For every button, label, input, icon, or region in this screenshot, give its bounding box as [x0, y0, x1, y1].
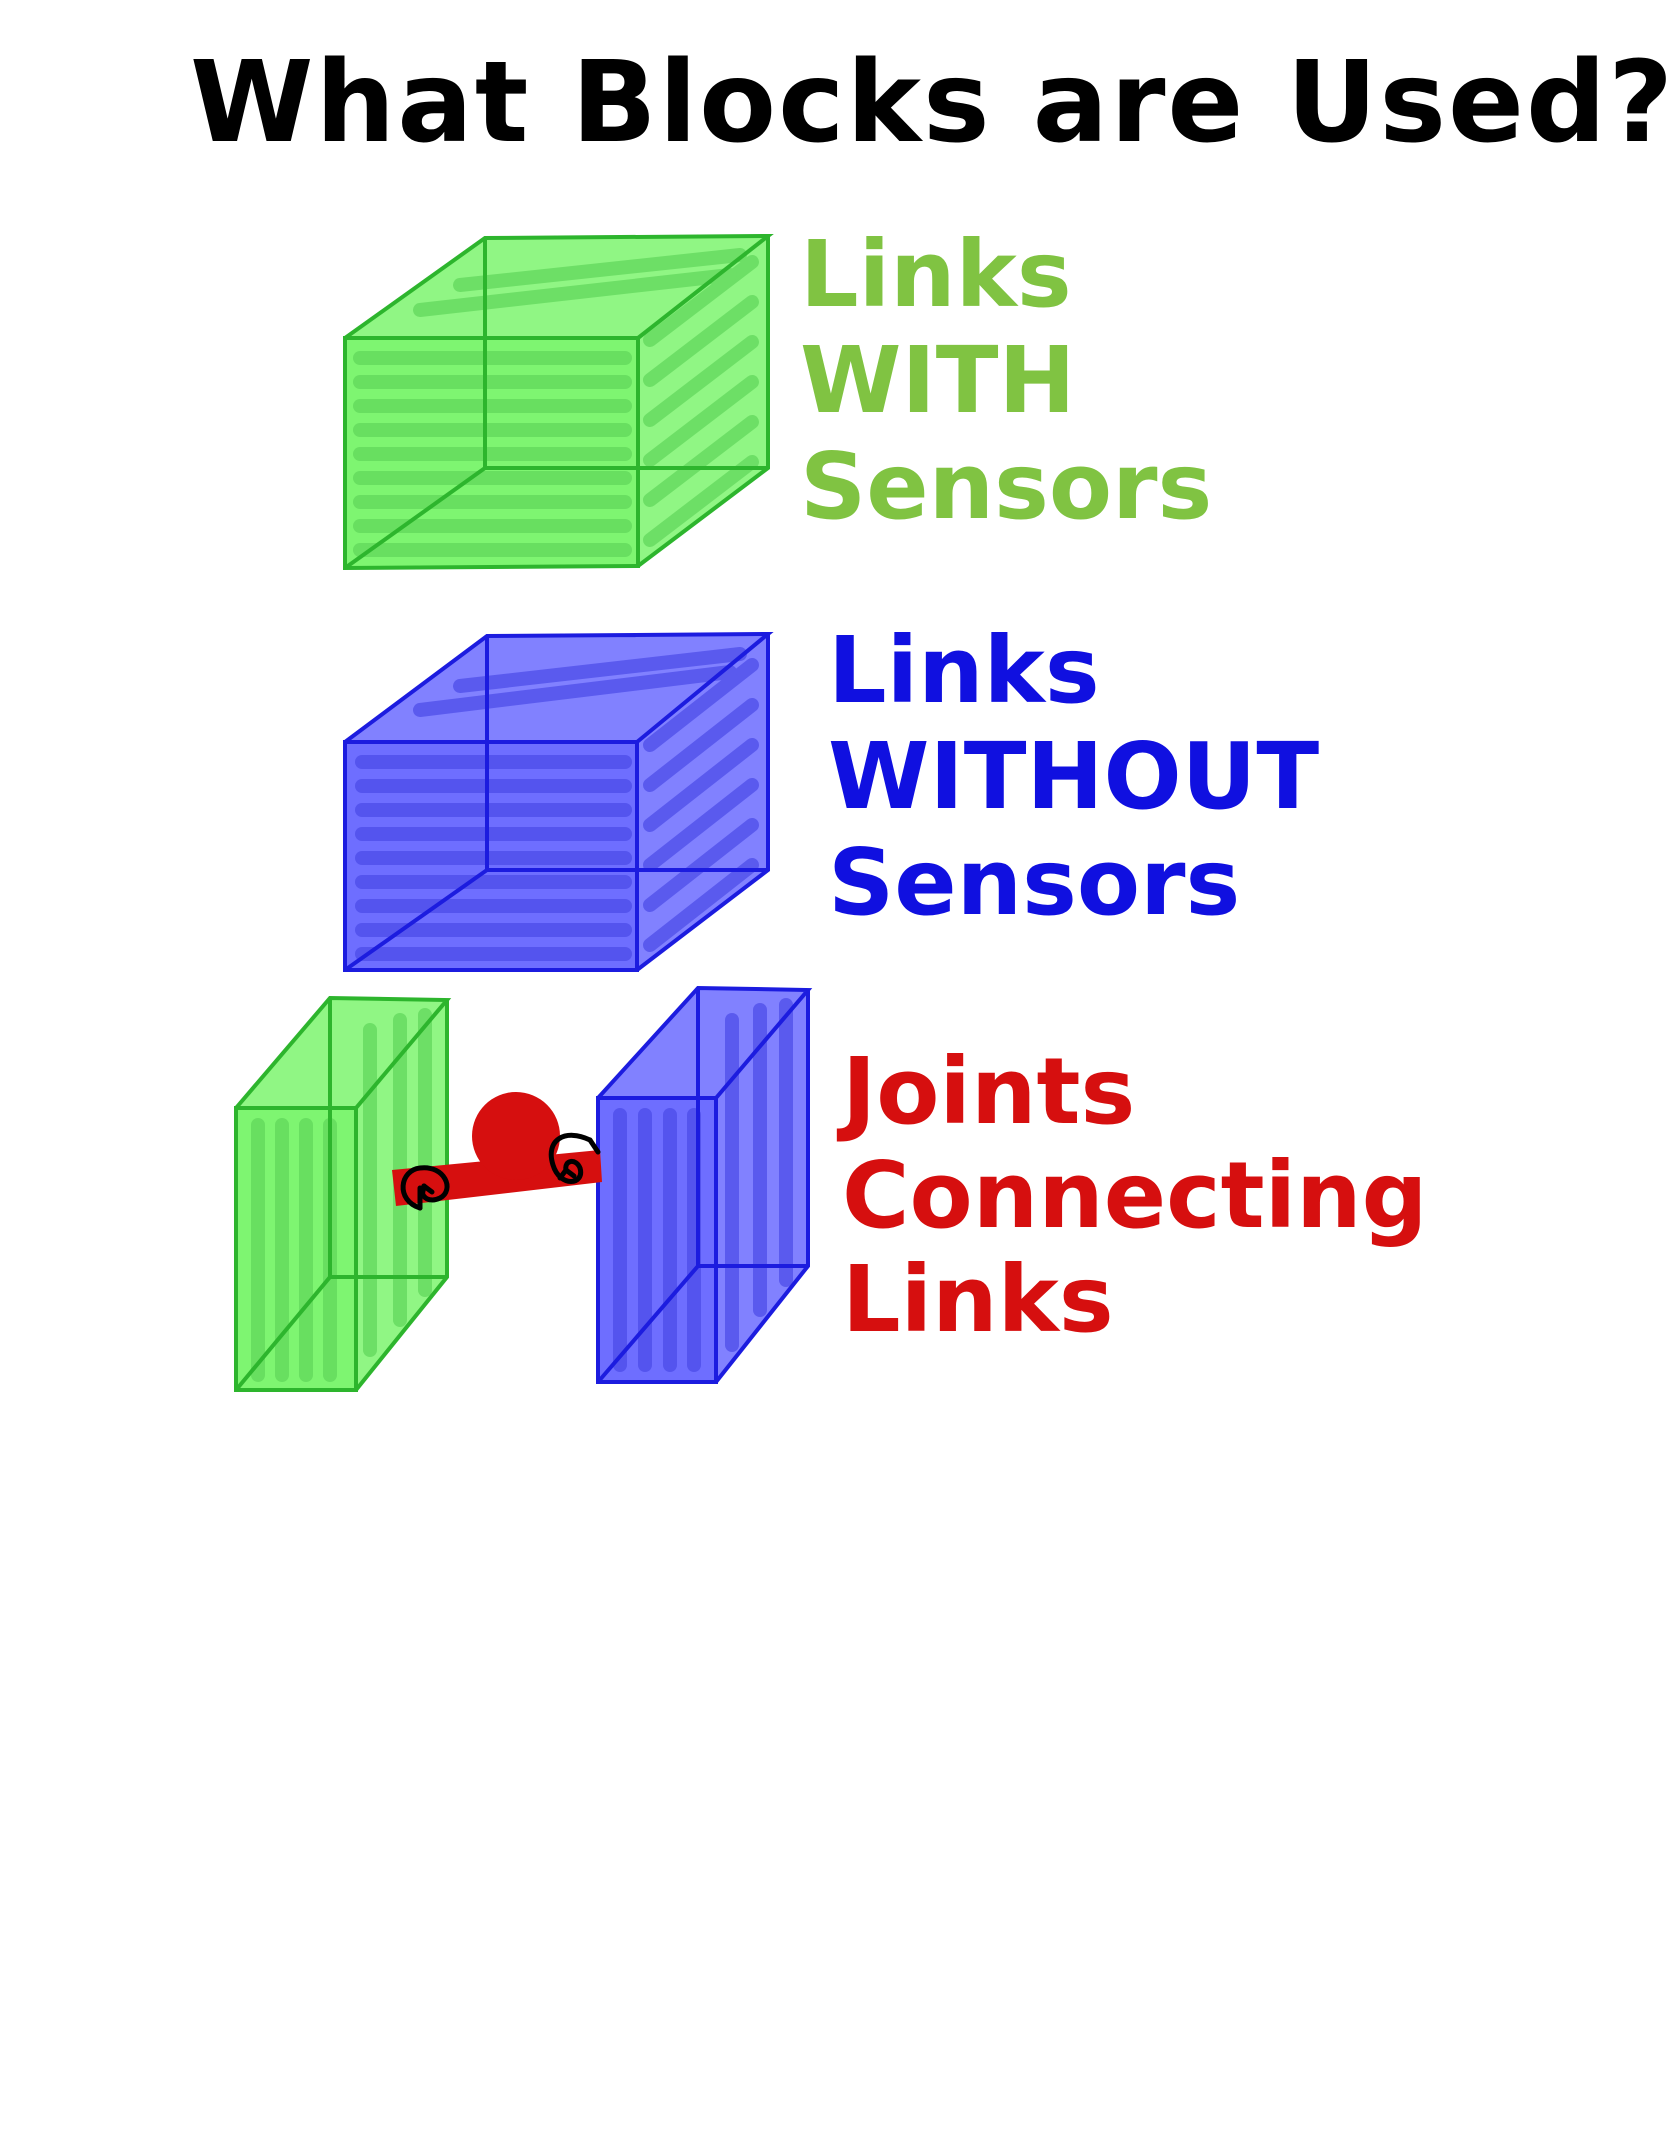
- legend-line: WITH: [800, 327, 1076, 434]
- legend-line: Links: [842, 1246, 1114, 1353]
- legend-line: Connecting: [842, 1142, 1428, 1249]
- legend-line: Links: [828, 617, 1100, 724]
- legend-line: Joints: [842, 1038, 1136, 1145]
- legend-joints-connecting-links: Joints Connecting Links: [842, 1040, 1428, 1352]
- green-link-cube-icon: [343, 233, 774, 571]
- legend-line: Links: [800, 221, 1072, 328]
- legend-line: WITHOUT: [828, 723, 1320, 830]
- legend-links-without-sensors: Links WITHOUT Sensors: [828, 618, 1319, 936]
- legend-line: Sensors: [828, 829, 1241, 936]
- blue-small-block-icon: [596, 985, 813, 1384]
- blue-link-cube-icon: [343, 631, 774, 972]
- legend-links-with-sensors: Links WITH Sensors: [800, 222, 1212, 540]
- legend-line: Sensors: [800, 433, 1213, 540]
- diagram-canvas: What Blocks are Used? Links WITH Sensors…: [0, 0, 1668, 2154]
